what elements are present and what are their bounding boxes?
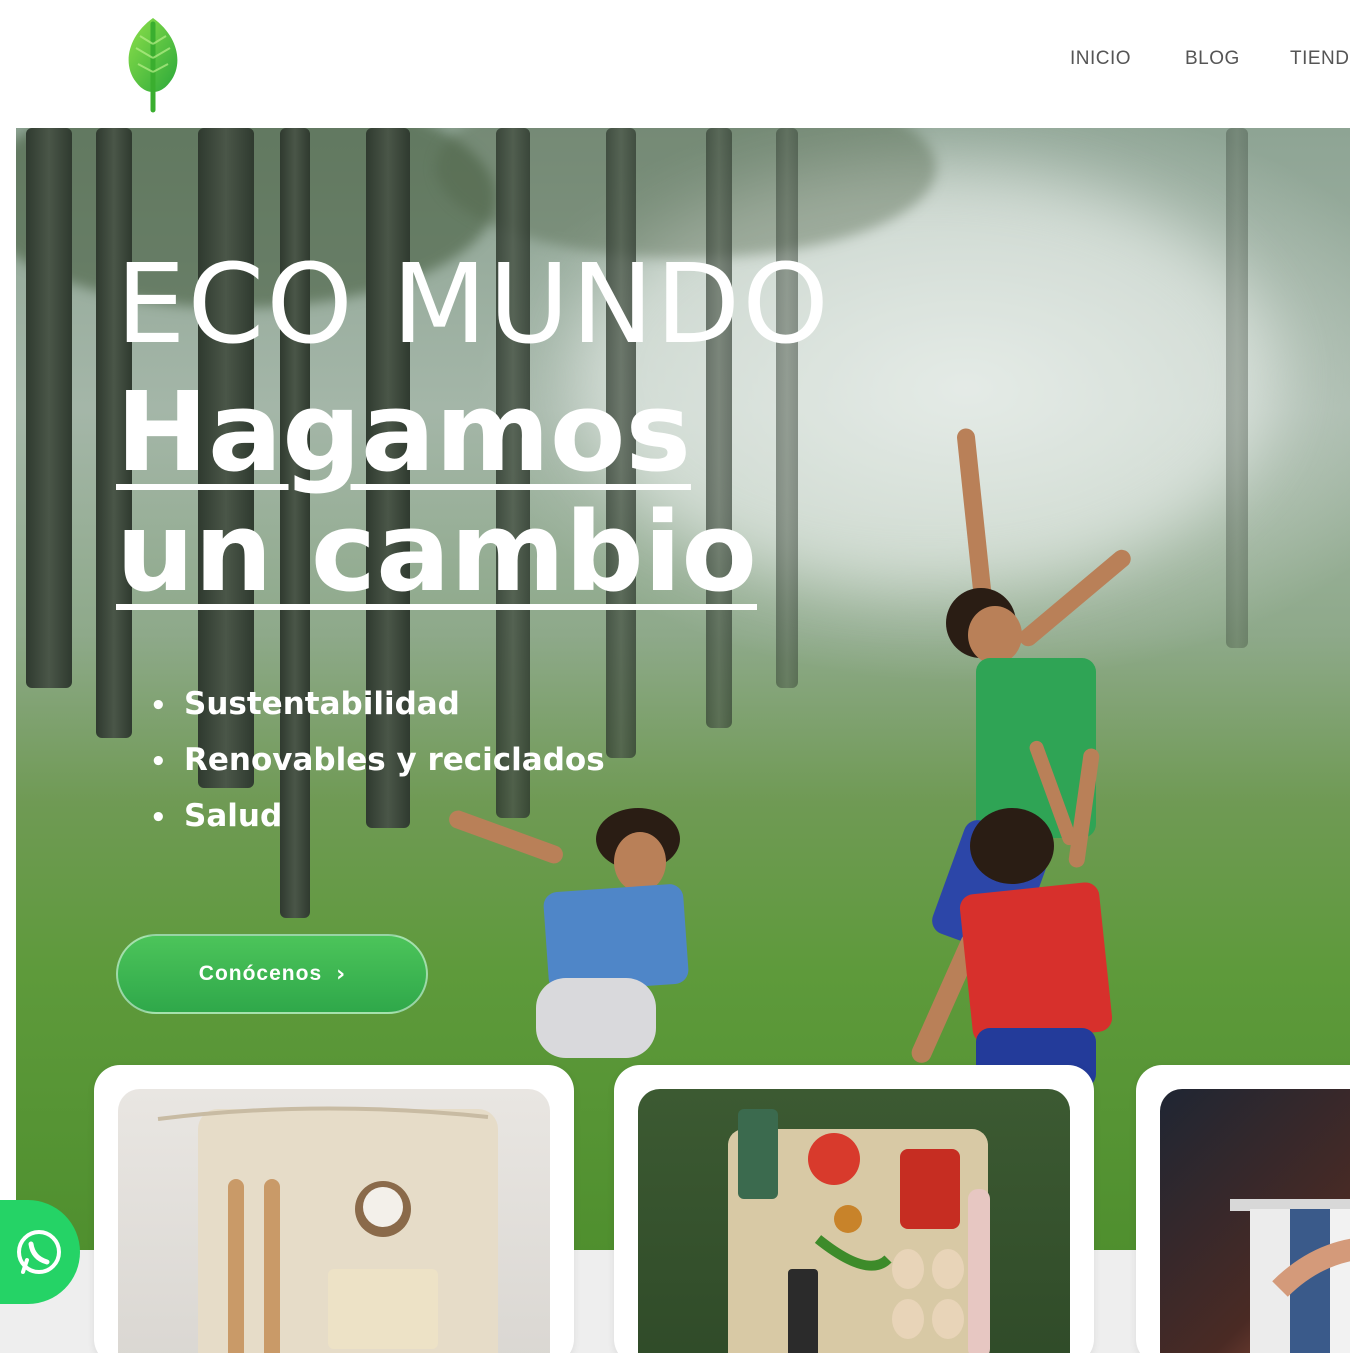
site-header: INICIO BLOG TIEND (0, 0, 1350, 128)
bullet-item: Sustentabilidad (150, 676, 605, 732)
nav-item-blog[interactable]: BLOG (1185, 48, 1240, 70)
groceries-image (638, 1089, 1070, 1353)
hero-title: ECO MUNDO (116, 240, 831, 368)
tree-trunk (776, 128, 798, 688)
hero-subtitle: Hagamos un cambio (116, 372, 757, 612)
eco-products-card[interactable] (94, 1065, 574, 1353)
chevron-right-icon: › (336, 961, 346, 987)
conocenos-button[interactable]: Conócenos › (116, 934, 428, 1014)
leaf-icon[interactable] (118, 14, 188, 114)
child-blue-shirt (446, 808, 736, 1108)
clothing-image (1160, 1089, 1350, 1353)
hero-subtitle-line2: un cambio (116, 488, 757, 616)
tree-trunk (26, 128, 72, 688)
eco-products-image (118, 1089, 550, 1353)
clothing-card[interactable] (1136, 1065, 1350, 1353)
nav-item-inicio[interactable]: INICIO (1070, 48, 1131, 70)
bullet-item: Renovables y reciclados (150, 732, 605, 788)
cta-label: Conócenos (198, 962, 323, 985)
whatsapp-icon (17, 1230, 61, 1274)
nav-item-tienda[interactable]: TIEND (1290, 48, 1350, 70)
hero-subtitle-line1: Hagamos (116, 368, 691, 496)
tree-trunk (1226, 128, 1248, 648)
groceries-card[interactable] (614, 1065, 1094, 1353)
